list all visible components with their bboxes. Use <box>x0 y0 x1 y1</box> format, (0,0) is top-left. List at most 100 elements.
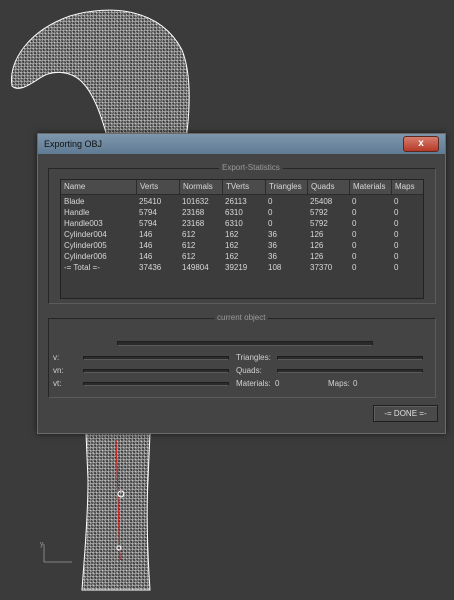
cell-maps: 0 <box>394 230 399 239</box>
column-header-tverts[interactable]: TVerts <box>222 180 265 194</box>
cell-triangles: 0 <box>268 208 273 217</box>
cell-quads: 5792 <box>310 208 328 217</box>
maps-label: Maps: <box>328 379 350 388</box>
cell-quads: 126 <box>310 230 324 239</box>
column-header-triangles[interactable]: Triangles <box>265 180 307 194</box>
table-row[interactable]: Cylinder004 146 612 162 36 126 0 0 <box>61 229 423 240</box>
cell-quads: 25408 <box>310 197 333 206</box>
cell-maps: 0 <box>394 263 399 272</box>
materials-value: 0 <box>275 379 280 388</box>
blade-wireframe <box>11 9 190 141</box>
cell-normals: 612 <box>182 252 196 261</box>
table-row[interactable]: Cylinder005 146 612 162 36 126 0 0 <box>61 240 423 251</box>
cell-tverts: 162 <box>225 252 239 261</box>
vt-label: vt: <box>53 379 62 388</box>
quads-progress <box>277 369 423 373</box>
cell-quads: 5792 <box>310 219 328 228</box>
column-header-normals[interactable]: Normals <box>179 180 222 194</box>
dialog-titlebar[interactable]: Exporting OBJ x <box>38 134 445 154</box>
cell-maps: 0 <box>394 252 399 261</box>
close-button[interactable]: x <box>403 136 439 152</box>
cell-materials: 0 <box>352 252 357 261</box>
cell-maps: 0 <box>394 208 399 217</box>
vn-progress <box>83 369 229 373</box>
vt-progress <box>83 382 229 386</box>
cell-materials: 0 <box>352 208 357 217</box>
cell-name: Cylinder005 <box>64 241 107 250</box>
column-header-materials[interactable]: Materials <box>349 180 391 194</box>
cell-verts: 5794 <box>139 219 157 228</box>
cell-name: Handle <box>64 208 90 217</box>
triangles-progress <box>277 356 423 360</box>
cell-verts: 146 <box>139 252 153 261</box>
table-row-total[interactable]: -= Total =- 37436 149804 39219 108 37370… <box>61 262 423 273</box>
cell-normals: 23168 <box>182 208 205 217</box>
cell-maps: 0 <box>394 241 399 250</box>
cell-materials: 0 <box>352 241 357 250</box>
cell-triangles: 36 <box>268 230 277 239</box>
cell-verts: 146 <box>139 230 153 239</box>
cell-quads: 37370 <box>310 263 333 272</box>
cell-maps: 0 <box>394 197 399 206</box>
cell-maps: 0 <box>394 219 399 228</box>
cell-name: Blade <box>64 197 85 206</box>
close-icon: x <box>418 138 424 149</box>
cell-normals: 612 <box>182 230 196 239</box>
cell-materials: 0 <box>352 263 357 272</box>
cell-tverts: 6310 <box>225 219 243 228</box>
v-progress <box>83 356 229 360</box>
table-row[interactable]: Cylinder006 146 612 162 36 126 0 0 <box>61 251 423 262</box>
materials-label: Materials: <box>236 379 271 388</box>
cell-name: -= Total =- <box>64 263 100 272</box>
cell-triangles: 108 <box>268 263 282 272</box>
cell-tverts: 26113 <box>225 197 247 206</box>
axis-gizmo: y <box>40 541 72 563</box>
cell-verts: 5794 <box>139 208 157 217</box>
axis-label: y <box>40 541 44 548</box>
cell-name: Handle003 <box>64 219 103 228</box>
maps-value: 0 <box>353 379 358 388</box>
statistics-table[interactable]: Name Verts Normals TVerts Triangles Quad… <box>60 179 424 299</box>
column-header-maps[interactable]: Maps <box>391 180 423 194</box>
current-object-progress <box>117 341 373 346</box>
cell-triangles: 36 <box>268 252 277 261</box>
handle-wireframe <box>81 432 151 591</box>
v-label: v: <box>53 353 60 362</box>
quads-label: Quads: <box>236 366 262 375</box>
dialog-title: Exporting OBJ <box>44 139 103 149</box>
table-row[interactable]: Handle003 5794 23168 6310 0 5792 0 0 <box>61 218 423 229</box>
cell-name: Cylinder006 <box>64 252 107 261</box>
cell-normals: 101632 <box>182 197 209 206</box>
cell-materials: 0 <box>352 197 357 206</box>
cell-quads: 126 <box>310 252 324 261</box>
current-object-label: current object <box>214 313 269 322</box>
cell-name: Cylinder004 <box>64 230 107 239</box>
cell-triangles: 0 <box>268 219 273 228</box>
export-statistics-group: Export-Statistics Name Verts Normals TVe… <box>48 163 436 304</box>
cell-quads: 126 <box>310 241 324 250</box>
cell-triangles: 0 <box>268 197 273 206</box>
cell-materials: 0 <box>352 230 357 239</box>
cell-verts: 146 <box>139 241 153 250</box>
cell-materials: 0 <box>352 219 357 228</box>
column-header-name[interactable]: Name <box>61 180 136 194</box>
table-row[interactable]: Handle 5794 23168 6310 0 5792 0 0 <box>61 207 423 218</box>
current-object-group: current object v: vn: vt: Triangles: Qua… <box>48 313 436 398</box>
triangles-label: Triangles: <box>236 353 271 362</box>
cell-normals: 23168 <box>182 219 205 228</box>
cell-tverts: 39219 <box>225 263 248 272</box>
cell-verts: 37436 <box>139 263 162 272</box>
table-row[interactable]: Blade 25410 101632 26113 0 25408 0 0 <box>61 196 423 207</box>
cell-triangles: 36 <box>268 241 277 250</box>
cell-verts: 25410 <box>139 197 162 206</box>
vn-label: vn: <box>53 366 64 375</box>
table-header: Name Verts Normals TVerts Triangles Quad… <box>61 180 423 195</box>
export-dialog: Exporting OBJ x Export-Statistics Name V… <box>37 133 446 434</box>
column-header-quads[interactable]: Quads <box>307 180 349 194</box>
export-statistics-label: Export-Statistics <box>219 163 283 172</box>
column-header-verts[interactable]: Verts <box>136 180 179 194</box>
cell-normals: 149804 <box>182 263 209 272</box>
cell-tverts: 6310 <box>225 208 243 217</box>
cell-tverts: 162 <box>225 230 239 239</box>
done-button[interactable]: -= DONE =- <box>373 405 438 422</box>
